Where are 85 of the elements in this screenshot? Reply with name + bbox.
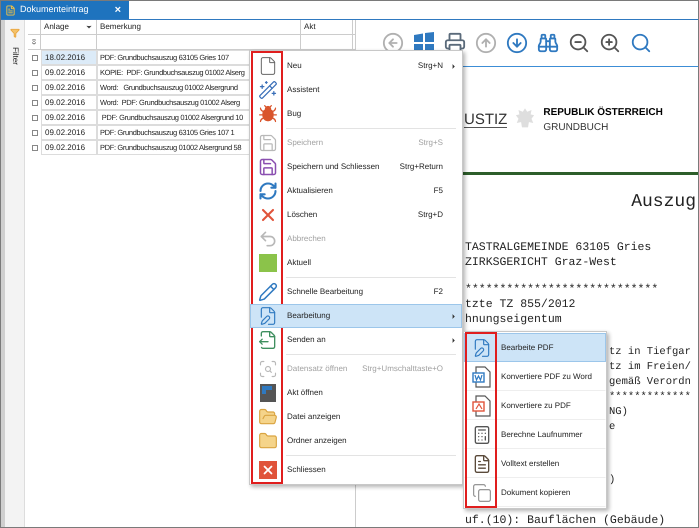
document-heading: Auszug xyxy=(630,191,697,214)
column-header[interactable]: Anlage xyxy=(41,20,97,34)
refresh-icon xyxy=(258,181,278,201)
document-text-line: TASTRALGEMEINDE 63105 Gries xyxy=(465,240,652,255)
date-cell: 09.02.2016 xyxy=(41,140,97,155)
document-text-line: ************* xyxy=(609,390,692,405)
document-text-line: tz im Freien/ xyxy=(609,360,692,375)
date-cell: 09.02.2016 xyxy=(41,65,97,80)
zoom-in-icon[interactable] xyxy=(599,32,621,54)
square-icon xyxy=(258,254,276,272)
dropdown-caret-icon xyxy=(85,23,93,31)
save-icon xyxy=(258,133,278,153)
submenu-item[interactable]: Konvertiere PDF zu Word xyxy=(464,362,606,391)
menu-item[interactable]: Datei anzeigen xyxy=(250,405,462,429)
submenu-arrow-icon xyxy=(450,312,457,320)
close-icon xyxy=(258,461,276,479)
row-checkbox[interactable] xyxy=(32,114,38,120)
submenu-item[interactable]: Berechne Laufnummer xyxy=(464,420,606,449)
zoom-out-icon[interactable] xyxy=(568,32,590,54)
submenu-item[interactable]: Dokument kopieren xyxy=(464,478,606,507)
menu-item[interactable]: Akt öffnen xyxy=(250,381,462,405)
open-folder-icon xyxy=(258,407,278,427)
justiz-logo-text: USTIZ xyxy=(464,112,508,128)
menu-item[interactable]: Aktuell xyxy=(250,251,462,275)
document-text-line: hnungseigentum xyxy=(465,312,563,327)
date-cell: 09.02.2016 xyxy=(41,125,97,140)
calculator-icon xyxy=(472,424,492,444)
date-cell: 09.02.2016 xyxy=(41,95,97,110)
document-text-line: NG) xyxy=(609,405,629,420)
row-checkbox[interactable] xyxy=(32,100,38,106)
filter-panel[interactable]: Filter xyxy=(1,20,25,527)
column-header[interactable]: Akt xyxy=(301,20,353,34)
search-icon[interactable] xyxy=(630,32,652,54)
document-text-line: tz in Tiefgar xyxy=(609,345,692,360)
magic-wand-icon xyxy=(258,80,278,100)
binoculars-icon[interactable] xyxy=(537,32,559,54)
document-text-line: uf.(10): Bauflächen (Gebäude) xyxy=(465,513,666,527)
submenu-item[interactable]: Bearbeite PDF xyxy=(464,333,606,362)
send-icon xyxy=(258,330,278,350)
copy-icon xyxy=(472,482,492,502)
menu-item[interactable]: Bearbeitung xyxy=(250,304,462,328)
date-cell: 09.02.2016 xyxy=(41,110,97,125)
document-text-line: **************************** xyxy=(465,282,660,297)
menu-item[interactable]: Schnelle Bearbeitung F2 xyxy=(250,280,462,304)
submenu-item[interactable]: Konvertiere zu PDF xyxy=(464,391,606,420)
row-checkbox[interactable] xyxy=(32,70,38,76)
submenu-arrow-icon xyxy=(450,336,457,344)
undo-icon xyxy=(258,229,278,249)
word-document-icon xyxy=(472,366,492,388)
submenu-arrow-icon xyxy=(450,62,457,70)
text-document-icon xyxy=(472,454,492,474)
document-tab[interactable]: Dokumenteintrag × xyxy=(1,1,129,19)
filter-icon xyxy=(10,28,20,38)
document-text-line: tzte TZ 855/2012 xyxy=(465,297,576,312)
tab-document-icon xyxy=(5,4,16,16)
header-title: REPUBLIK ÖSTERREICH xyxy=(543,106,663,120)
row-checkbox[interactable] xyxy=(32,130,38,136)
row-checkbox[interactable] xyxy=(32,144,38,150)
document-text-line: ZIRKSGERICHT Graz-West xyxy=(465,255,618,270)
date-cell: 18.02.2016 xyxy=(41,50,97,65)
row-checkbox[interactable] xyxy=(32,54,38,60)
row-checkbox[interactable] xyxy=(32,84,38,90)
menu-item[interactable]: Senden an xyxy=(250,328,462,352)
menu-item[interactable]: Aktualisieren F5 xyxy=(250,179,462,203)
menu-item[interactable]: Schliessen xyxy=(250,458,462,482)
save-close-icon xyxy=(258,157,278,177)
document-text-line: gemäß Verordn xyxy=(609,375,692,390)
submenu-item[interactable]: Volltext erstellen xyxy=(464,449,606,478)
tab-close-button[interactable]: × xyxy=(114,2,125,18)
pencil-icon xyxy=(258,282,278,302)
search-window-icon xyxy=(258,359,278,379)
filter-label: Filter xyxy=(10,47,20,65)
date-cell: 09.02.2016 xyxy=(41,80,97,95)
document-text-line: ) xyxy=(609,473,616,488)
bug-icon xyxy=(258,104,278,124)
menu-item[interactable]: Ordner anzeigen xyxy=(250,429,462,453)
column-header[interactable]: Bemerkung xyxy=(97,20,301,34)
folder-icon xyxy=(258,431,278,451)
document-text-line: e xyxy=(609,420,616,435)
pin-icon xyxy=(31,39,37,45)
tab-title: Dokumenteintrag xyxy=(20,3,89,16)
pdf-document-icon xyxy=(472,394,492,416)
header-subtitle: GRUNDBUCH xyxy=(543,120,610,134)
menu-item[interactable]: Löschen Strg+D xyxy=(250,203,462,227)
menu-item[interactable]: Speichern und Schliessen Strg+Return xyxy=(250,155,462,179)
